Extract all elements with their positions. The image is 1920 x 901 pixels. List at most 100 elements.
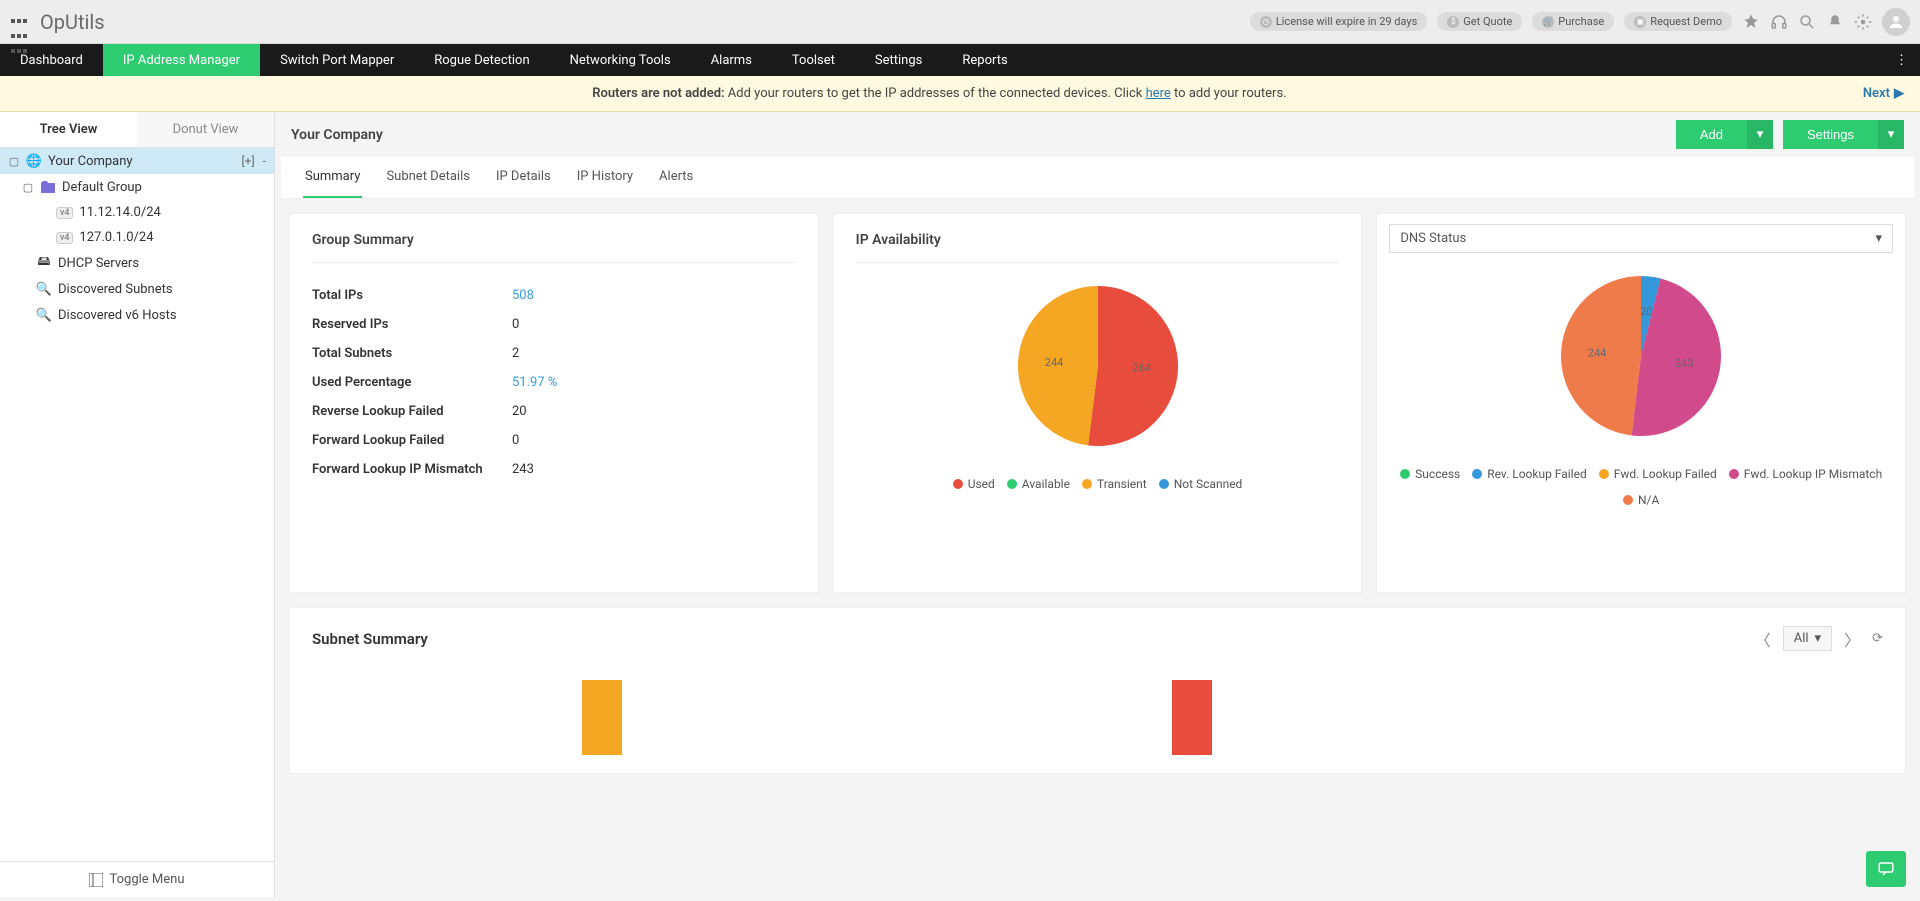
notice-next-button[interactable]: Next ▶ [1863, 86, 1904, 101]
ip-availability-pie: 264244 [1013, 281, 1183, 451]
summary-value: 243 [512, 462, 534, 477]
subnet-filter-select[interactable]: All ▾ [1783, 626, 1832, 651]
tree-dhcp-servers[interactable]: 🖴 DHCP Servers [0, 250, 274, 276]
summary-key: Reverse Lookup Failed [312, 404, 512, 419]
tree-discovered-v6[interactable]: 🔍 Discovered v6 Hosts [0, 302, 274, 328]
page-title: Your Company [291, 127, 383, 143]
dns-status-pie: 20243244 [1556, 271, 1726, 441]
nav-reports[interactable]: Reports [942, 44, 1027, 76]
rocket-icon[interactable] [1742, 13, 1760, 31]
legend-dot [953, 479, 963, 489]
tree-item-label: Discovered Subnets [58, 282, 173, 297]
summary-row: Total Subnets2 [312, 339, 796, 368]
legend-item[interactable]: Available [1007, 477, 1070, 491]
card-title: Group Summary [312, 232, 796, 263]
tree-subnet[interactable]: v4 11.12.14.0/24 [0, 200, 274, 225]
topbar: OpUtils ◷License will expire in 29 days … [0, 0, 1920, 44]
legend-item[interactable]: N/A [1623, 493, 1659, 507]
add-button[interactable]: Add ▾ [1676, 120, 1773, 149]
legend-item[interactable]: Success [1400, 467, 1460, 481]
legend-item[interactable]: Transient [1082, 477, 1147, 491]
search-icon[interactable] [1798, 13, 1816, 31]
nav-ip-address-manager[interactable]: IP Address Manager [103, 44, 260, 76]
summary-row: Forward Lookup IP Mismatch243 [312, 455, 796, 484]
legend-item[interactable]: Fwd. Lookup IP Mismatch [1729, 467, 1882, 481]
subnet-summary-section: Subnet Summary 〈 All ▾ 〉 ⟳ 200250 [289, 607, 1906, 774]
dns-status-legend: Success Rev. Lookup Failed Fwd. Lookup Fai… [1399, 467, 1883, 507]
legend-label: N/A [1638, 493, 1659, 507]
gear-icon[interactable] [1854, 13, 1872, 31]
legend-item[interactable]: Used [953, 477, 995, 491]
prev-page-icon[interactable]: 〈 [1755, 627, 1771, 651]
card-group-summary: Group Summary Total IPs508Reserved IPs0T… [289, 213, 819, 593]
legend-dot [1400, 469, 1410, 479]
nav-rogue-detection[interactable]: Rogue Detection [414, 44, 549, 76]
chevron-down-icon: ▾ [1875, 231, 1882, 246]
settings-caret-icon[interactable]: ▾ [1878, 120, 1904, 149]
headset-icon[interactable] [1770, 13, 1788, 31]
legend-dot [1159, 479, 1169, 489]
main-nav: Dashboard IP Address Manager Switch Port… [0, 44, 1920, 76]
nav-networking-tools[interactable]: Networking Tools [550, 44, 691, 76]
server-icon: 🖴 [36, 255, 52, 271]
v4-badge: v4 [56, 232, 73, 244]
tree-item-label: DHCP Servers [58, 256, 139, 271]
legend-item[interactable]: Not Scanned [1159, 477, 1243, 491]
summary-row: Total IPs508 [312, 281, 796, 310]
tree-discovered-subnets[interactable]: 🔍 Discovered Subnets [0, 276, 274, 302]
avatar[interactable] [1882, 8, 1910, 36]
apps-grid-icon[interactable] [10, 13, 28, 31]
nav-alarms[interactable]: Alarms [691, 44, 772, 76]
chevron-down-icon: ▾ [1815, 631, 1822, 646]
chat-fab[interactable] [1866, 851, 1906, 887]
tab-donut-view[interactable]: Donut View [137, 112, 274, 147]
request-demo-pill[interactable]: ▣Request Demo [1624, 12, 1732, 31]
tree-subnet[interactable]: v4 127.0.1.0/24 [0, 225, 274, 250]
license-pill[interactable]: ◷License will expire in 29 days [1250, 12, 1427, 31]
get-quote-pill[interactable]: $Get Quote [1437, 12, 1522, 31]
subtab-ip-details[interactable]: IP Details [494, 157, 553, 198]
notice-here-link[interactable]: here [1146, 86, 1171, 101]
nav-dashboard[interactable]: Dashboard [0, 44, 103, 76]
legend-dot [1472, 469, 1482, 479]
subtab-alerts[interactable]: Alerts [657, 157, 695, 198]
toggle-menu-button[interactable]: Toggle Menu [0, 861, 274, 897]
tree-root[interactable]: ▢ 🌐 Your Company [+]- [0, 148, 274, 174]
refresh-icon[interactable]: ⟳ [1872, 631, 1883, 646]
nav-switch-port-mapper[interactable]: Switch Port Mapper [260, 44, 414, 76]
add-caret-icon[interactable]: ▾ [1747, 120, 1773, 149]
summary-key: Forward Lookup Failed [312, 433, 512, 448]
subtab-ip-history[interactable]: IP History [575, 157, 635, 198]
purchase-pill[interactable]: 🛒Purchase [1532, 12, 1614, 31]
legend-item[interactable]: Fwd. Lookup Failed [1599, 467, 1717, 481]
legend-dot [1082, 479, 1092, 489]
tree-add-icon[interactable]: [+] [242, 154, 255, 168]
subtab-summary[interactable]: Summary [303, 157, 362, 198]
nav-toolset[interactable]: Toolset [772, 44, 855, 76]
nav-settings[interactable]: Settings [855, 44, 942, 76]
dns-status-select[interactable]: DNS Status▾ [1389, 224, 1893, 253]
globe-icon: 🌐 [26, 153, 42, 169]
chat-icon [1876, 860, 1896, 878]
summary-value[interactable]: 508 [512, 288, 534, 303]
settings-button[interactable]: Settings ▾ [1783, 120, 1904, 149]
summary-value[interactable]: 51.97 % [512, 375, 557, 390]
legend-label: Available [1022, 477, 1070, 491]
summary-row: Reverse Lookup Failed20 [312, 397, 796, 426]
bar [1172, 680, 1212, 755]
nav-more-icon[interactable]: ⋮ [1883, 44, 1920, 76]
next-page-icon[interactable]: 〉 [1844, 627, 1860, 651]
tree-remove-icon[interactable]: - [263, 154, 266, 168]
tab-tree-view[interactable]: Tree View [0, 112, 137, 147]
view-tabs: Tree View Donut View [0, 112, 274, 148]
bell-icon[interactable] [1826, 13, 1844, 31]
sub-tabs: Summary Subnet Details IP Details IP His… [281, 157, 1914, 199]
sidebar: Tree View Donut View ▢ 🌐 Your Company [+… [0, 112, 275, 897]
legend-item[interactable]: Rev. Lookup Failed [1472, 467, 1587, 481]
v4-badge: v4 [56, 207, 73, 219]
subnet-bar-chart: 200250 [352, 665, 1883, 755]
summary-key: Forward Lookup IP Mismatch [312, 462, 512, 477]
bar [582, 680, 622, 755]
subtab-subnet-details[interactable]: Subnet Details [384, 157, 472, 198]
tree-group[interactable]: ▢ Default Group [0, 174, 274, 200]
